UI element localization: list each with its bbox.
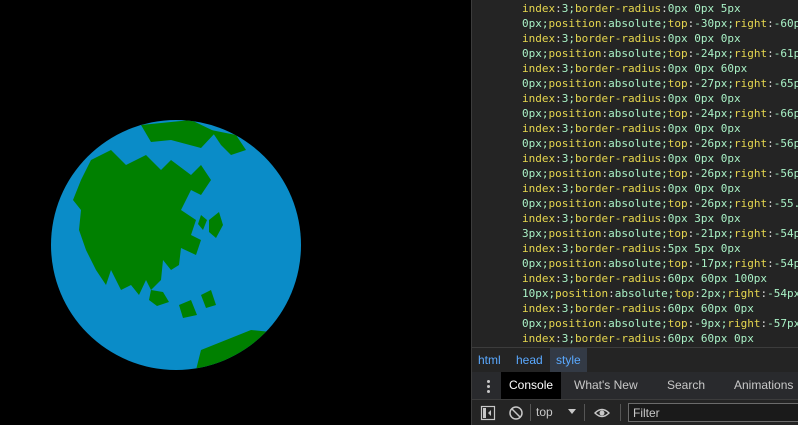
code-line: 0px;position:absolute;top:-26px;right:-5… (522, 197, 798, 210)
sidebar-toggle-icon[interactable] (480, 405, 496, 421)
code-line: index:3;border-radius:60px 60px 100px (522, 272, 768, 285)
code-line: 0px;position:absolute;top:-26px;right:-5… (522, 167, 798, 180)
render-area (0, 0, 471, 425)
code-line: 3px;position:absolute;top:-21px;right:-5… (522, 227, 798, 240)
tab-console[interactable]: Console (501, 372, 562, 399)
breadcrumb: html head style (472, 347, 798, 373)
devtools-panel: index:3;border-radius:0px 0px 5px 0px;pos… (471, 0, 798, 425)
divider (620, 404, 621, 421)
breadcrumb-style[interactable]: style (550, 348, 587, 372)
code-line: 0px;position:absolute;top:-9px;right:-57… (522, 317, 798, 330)
eye-icon[interactable] (594, 405, 610, 421)
breadcrumb-html[interactable]: html (472, 348, 507, 372)
code-line: index:3;border-radius:60px 60px 0px (522, 302, 754, 315)
tab-search[interactable]: Search (659, 372, 713, 399)
code-line: 10px;position:absolute;top:2px;right:-54… (522, 287, 798, 300)
divider (530, 404, 531, 421)
chevron-down-icon[interactable] (568, 409, 576, 414)
code-line: 0px;position:absolute;top:-24px;right:-6… (522, 47, 798, 60)
drawer-tabs: Console What's New Search Animations (472, 372, 798, 400)
code-line: index:3;border-radius:0px 0px 5px (522, 2, 741, 15)
code-line: index:3;border-radius:0px 3px 0px (522, 212, 741, 225)
divider (584, 404, 585, 421)
code-line: index:3;border-radius:0px 0px 0px (522, 32, 741, 45)
code-line: index:3;border-radius:0px 0px 60px (522, 62, 748, 75)
code-line: 0px;position:absolute;top:-17px;right:-5… (522, 257, 798, 270)
more-options-icon[interactable] (482, 372, 494, 399)
code-line: 0px;position:absolute;top:-26px;right:-5… (522, 137, 798, 150)
code-line: index:3;border-radius:0px 0px 0px (522, 92, 741, 105)
code-line: index:3;border-radius:5px 5px 0px (522, 242, 741, 255)
tab-whats-new[interactable]: What's New (566, 372, 646, 399)
earth-globe (51, 120, 301, 370)
code-line: index:3;border-radius:0px 0px 0px (522, 152, 741, 165)
code-line: 0px;position:absolute;top:-30px;right:-6… (522, 17, 798, 30)
tab-animations[interactable]: Animations (726, 372, 798, 399)
clear-console-icon[interactable] (508, 405, 524, 421)
breadcrumb-head[interactable]: head (510, 348, 549, 372)
context-selector[interactable]: top (536, 400, 553, 425)
code-viewer[interactable]: index:3;border-radius:0px 0px 5px 0px;pos… (472, 0, 798, 346)
code-line: 0px;position:absolute;top:-27px;right:-6… (522, 77, 798, 90)
code-line: index:3;border-radius:0px 0px 0px (522, 182, 741, 195)
code-line: index:3;border-radius:60px 60px 0px (522, 332, 754, 345)
filter-input[interactable] (628, 403, 798, 422)
console-toolbar: top (472, 400, 798, 425)
code-line: index:3;border-radius:0px 0px 0px (522, 122, 741, 135)
code-line: 0px;position:absolute;top:-24px;right:-6… (522, 107, 798, 120)
